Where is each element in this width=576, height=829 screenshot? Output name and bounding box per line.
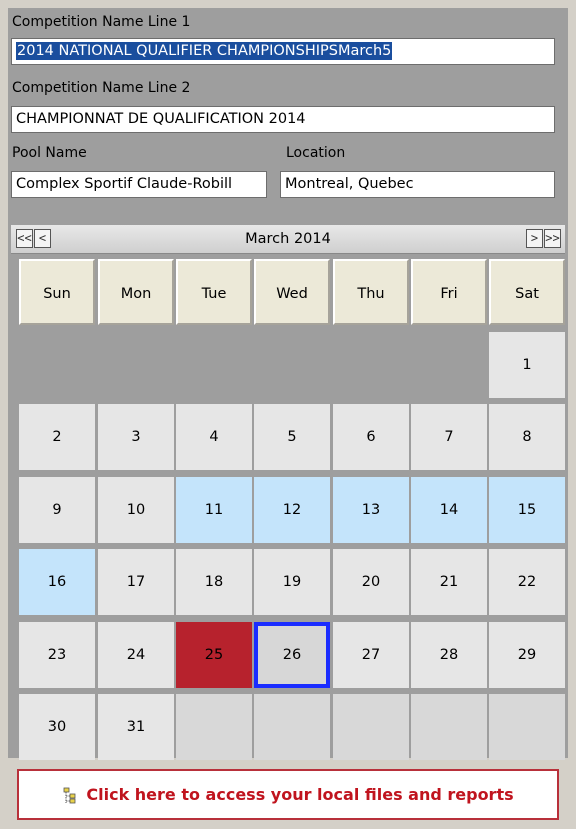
- month-title: March 2014: [245, 231, 331, 247]
- calendar-header: << < March 2014 > >>: [11, 225, 565, 254]
- day-cell-23[interactable]: 23: [19, 621, 95, 688]
- empty-cell: [254, 694, 330, 760]
- empty-cell: [333, 694, 409, 760]
- next-year-button[interactable]: >>: [544, 229, 561, 248]
- location-field[interactable]: Montreal, Quebec: [280, 171, 555, 198]
- empty-cell: [176, 331, 252, 398]
- day-cell-21[interactable]: 21: [411, 549, 487, 615]
- empty-cell: [98, 331, 174, 398]
- day-cell-14[interactable]: 14: [411, 476, 487, 543]
- day-cell-18[interactable]: 18: [176, 549, 252, 615]
- competition-name-line1-label: Competition Name Line 1: [12, 14, 191, 30]
- empty-cell: [411, 331, 487, 398]
- competition-name-line2-field[interactable]: CHAMPIONNAT DE QUALIFICATION 2014: [11, 106, 555, 133]
- empty-cell: [254, 331, 330, 398]
- day-cell-29[interactable]: 29: [489, 621, 565, 688]
- day-cell-9[interactable]: 9: [19, 476, 95, 543]
- day-cell-31[interactable]: 31: [98, 694, 174, 760]
- weekday-header-thu: Thu: [333, 259, 409, 325]
- day-cell-22[interactable]: 22: [489, 549, 565, 615]
- empty-cell: [411, 694, 487, 760]
- day-cell-11[interactable]: 11: [176, 476, 252, 543]
- day-cell-19[interactable]: 19: [254, 549, 330, 615]
- day-cell-26[interactable]: 26: [254, 621, 330, 688]
- day-cell-25[interactable]: 25: [176, 621, 252, 688]
- day-cell-27[interactable]: 27: [333, 621, 409, 688]
- pool-name-field[interactable]: Complex Sportif Claude-Robill: [11, 171, 267, 198]
- day-cell-13[interactable]: 13: [333, 476, 409, 543]
- day-cell-12[interactable]: 12: [254, 476, 330, 543]
- weekday-header-fri: Fri: [411, 259, 487, 325]
- day-cell-8[interactable]: 8: [489, 404, 565, 470]
- empty-cell: [333, 331, 409, 398]
- day-cell-24[interactable]: 24: [98, 621, 174, 688]
- local-files-button[interactable]: Click here to access your local files an…: [17, 769, 559, 820]
- tree-files-icon: [63, 787, 76, 803]
- weekday-header-sat: Sat: [489, 259, 565, 325]
- location-label: Location: [286, 145, 346, 161]
- local-files-label: Click here to access your local files an…: [86, 785, 514, 804]
- day-cell-2[interactable]: 2: [19, 404, 95, 470]
- calendar-grid: Sun Mon Tue Wed Thu Fri Sat 1 2 3 4 5 6 7 8 9 10 11 12 13 14…: [19, 259, 566, 760]
- weekday-header-sun: Sun: [19, 259, 95, 325]
- day-cell-1[interactable]: 1: [489, 331, 565, 398]
- day-cell-30[interactable]: 30: [19, 694, 95, 760]
- competition-name-line2-label: Competition Name Line 2: [12, 80, 191, 96]
- pool-name-label: Pool Name: [12, 145, 87, 161]
- next-month-button[interactable]: >: [526, 229, 543, 248]
- empty-cell: [176, 694, 252, 760]
- day-cell-3[interactable]: 3: [98, 404, 174, 470]
- weekday-header-wed: Wed: [254, 259, 330, 325]
- day-cell-20[interactable]: 20: [333, 549, 409, 615]
- weekday-header-tue: Tue: [176, 259, 252, 325]
- day-cell-6[interactable]: 6: [333, 404, 409, 470]
- empty-cell: [19, 331, 95, 398]
- day-cell-17[interactable]: 17: [98, 549, 174, 615]
- day-cell-4[interactable]: 4: [176, 404, 252, 470]
- day-cell-10[interactable]: 10: [98, 476, 174, 543]
- competition-name-line1-field[interactable]: 2014 NATIONAL QUALIFIER CHAMPIONSHIPSMar…: [11, 38, 555, 65]
- day-cell-7[interactable]: 7: [411, 404, 487, 470]
- weekday-header-mon: Mon: [98, 259, 174, 325]
- day-cell-16[interactable]: 16: [19, 549, 95, 615]
- day-cell-28[interactable]: 28: [411, 621, 487, 688]
- empty-cell: [489, 694, 565, 760]
- day-cell-15[interactable]: 15: [489, 476, 565, 543]
- day-cell-5[interactable]: 5: [254, 404, 330, 470]
